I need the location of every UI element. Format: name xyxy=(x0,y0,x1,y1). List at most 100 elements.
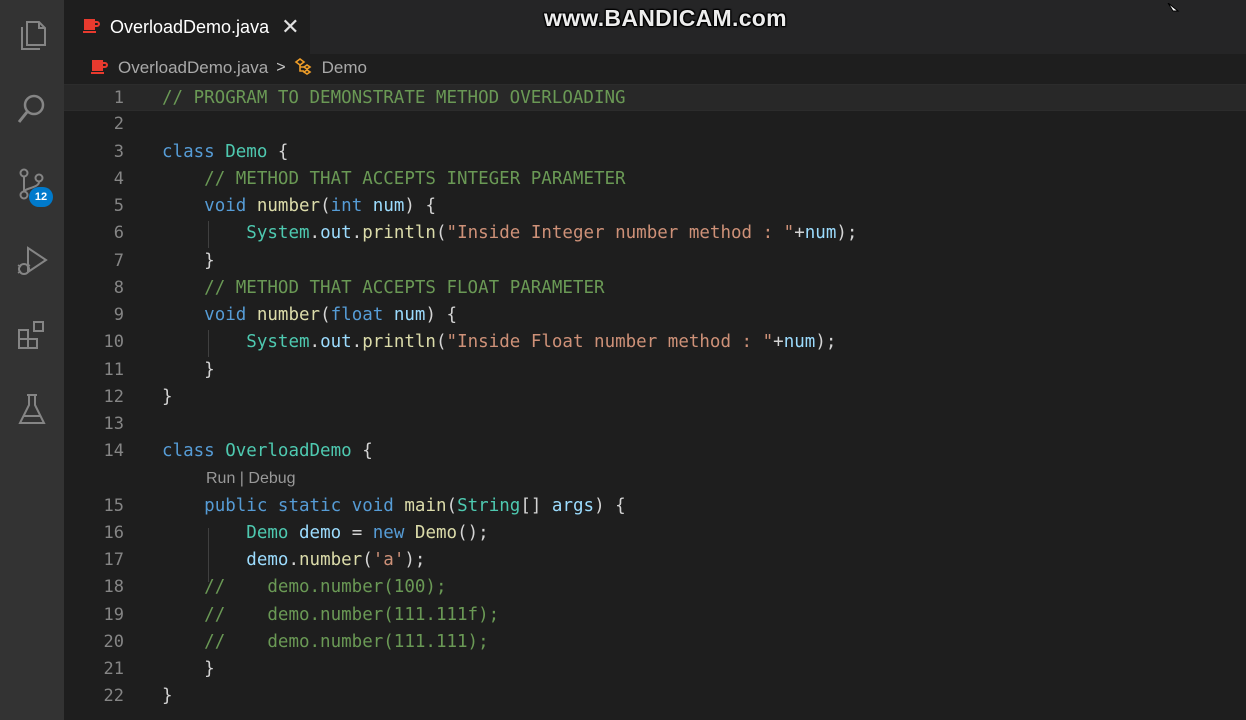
code-line[interactable]: 18 // demo.number(100); xyxy=(64,574,1246,601)
code-token: void xyxy=(204,196,247,216)
code-line[interactable]: 10 System.out.println("Inside Float numb… xyxy=(64,329,1246,356)
code-token: ) { xyxy=(594,495,626,516)
line-number: 17 xyxy=(103,550,124,570)
code-token: ( xyxy=(320,305,331,325)
code-token: = xyxy=(341,522,373,543)
code-token: demo xyxy=(246,550,289,570)
code-token: } xyxy=(162,250,215,271)
line-number: 16 xyxy=(103,522,124,543)
code-line[interactable]: 21 } xyxy=(64,656,1246,683)
code-text: } xyxy=(162,659,215,679)
code-token: int xyxy=(330,196,363,216)
code-token: ) { xyxy=(425,305,458,325)
code-token: ); xyxy=(836,223,858,244)
code-token: [] xyxy=(520,495,552,516)
line-number: 9 xyxy=(113,305,124,325)
line-number: 1 xyxy=(113,88,124,108)
code-token: . xyxy=(309,332,321,353)
line-number: 14 xyxy=(103,441,124,462)
code-text: demo.number('a'); xyxy=(162,550,425,570)
code-line[interactable]: 4 // METHOD THAT ACCEPTS INTEGER PARAMET… xyxy=(64,166,1246,193)
line-number: 19 xyxy=(103,604,124,625)
code-token: // PROGRAM TO DEMONSTRATE METHOD OVERLOA… xyxy=(162,88,626,108)
line-number: 22 xyxy=(103,686,124,707)
code-token: 'a' xyxy=(372,550,405,570)
code-editor[interactable]: 1 // PROGRAM TO DEMONSTRATE METHOD OVERLO… xyxy=(64,82,1246,720)
code-token: main xyxy=(404,495,447,516)
debug-code-lens[interactable]: Debug xyxy=(248,470,295,487)
code-token: String xyxy=(457,495,521,516)
java-file-icon xyxy=(82,16,100,39)
code-line[interactable]: 15 public static void main(String[] args… xyxy=(64,493,1246,520)
code-line[interactable]: 14 class OverloadDemo { xyxy=(64,438,1246,465)
activity-bar: 12 xyxy=(0,0,64,720)
code-token: public xyxy=(204,495,268,516)
code-line[interactable]: 7 } xyxy=(64,248,1246,275)
code-line[interactable]: 20 // demo.number(111.111); xyxy=(64,629,1246,656)
code-line[interactable]: 6 System.out.println("Inside Integer num… xyxy=(64,220,1246,247)
mouse-cursor-icon xyxy=(1166,0,1180,18)
code-line[interactable]: 11 } xyxy=(64,357,1246,384)
code-token: . xyxy=(351,332,363,353)
code-line[interactable]: 16 Demo demo = new Demo(); xyxy=(64,520,1246,547)
tab-bar: OverloadDemo.java ✕ www.BANDICAM.com xyxy=(64,0,1246,54)
extensions-icon[interactable] xyxy=(0,310,64,360)
code-text: class OverloadDemo { xyxy=(162,441,373,461)
code-token: // demo.number(111.111); xyxy=(204,631,489,652)
code-line[interactable]: 12} xyxy=(64,384,1246,411)
line-number: 8 xyxy=(113,277,124,298)
breadcrumb-symbol[interactable]: Demo xyxy=(322,58,367,78)
code-text: // METHOD THAT ACCEPTS FLOAT PARAMETER xyxy=(162,278,604,298)
indent-guide xyxy=(208,528,209,582)
code-token: // demo.number(100); xyxy=(204,577,447,598)
code-line[interactable]: 17 demo.number('a'); xyxy=(64,547,1246,574)
code-token: { xyxy=(267,141,289,162)
code-line[interactable]: 22} xyxy=(64,683,1246,710)
explorer-icon[interactable] xyxy=(0,10,64,60)
code-token: args xyxy=(551,495,595,516)
code-text: public static void main(String[] args) { xyxy=(162,496,626,516)
code-token: number xyxy=(256,305,321,325)
code-token: "Inside Integer number method : " xyxy=(446,223,795,244)
breadcrumb-file[interactable]: OverloadDemo.java xyxy=(118,58,268,78)
code-lens: Run | Debug xyxy=(206,470,296,488)
code-text: // demo.number(111.111f); xyxy=(162,605,499,625)
code-line[interactable]: 1 // PROGRAM TO DEMONSTRATE METHOD OVERLO… xyxy=(64,84,1246,111)
line-number: 4 xyxy=(113,168,124,189)
code-text: } xyxy=(162,387,173,407)
run-code-lens[interactable]: Run xyxy=(206,470,235,487)
code-line[interactable]: 2 xyxy=(64,111,1246,138)
run-debug-icon[interactable] xyxy=(0,235,64,285)
code-line[interactable]: 8 // METHOD THAT ACCEPTS FLOAT PARAMETER xyxy=(64,275,1246,302)
code-line[interactable]: 5 void number(int num) { xyxy=(64,193,1246,220)
code-line[interactable]: 3 class Demo { xyxy=(64,139,1246,166)
testing-icon[interactable] xyxy=(0,384,64,434)
code-text: System.out.println("Inside Integer numbe… xyxy=(162,223,857,243)
editor-tab[interactable]: OverloadDemo.java ✕ xyxy=(64,0,310,54)
code-token: demo xyxy=(299,522,342,543)
code-token: ( xyxy=(435,223,447,244)
code-token: (); xyxy=(457,522,489,543)
code-token: // METHOD THAT ACCEPTS INTEGER PARAMETER xyxy=(204,168,626,189)
java-file-icon xyxy=(90,57,108,80)
close-icon[interactable]: ✕ xyxy=(281,14,299,40)
code-token: } xyxy=(162,386,173,407)
code-token: Demo xyxy=(414,522,458,543)
code-line[interactable]: 19 // demo.number(111.111f); xyxy=(64,602,1246,629)
code-line[interactable]: 9 void number(float num) { xyxy=(64,302,1246,329)
code-token: + xyxy=(773,332,784,353)
code-line[interactable]: 13 xyxy=(64,411,1246,438)
code-text: } xyxy=(162,360,215,380)
search-icon[interactable] xyxy=(0,84,64,134)
code-token: ); xyxy=(404,550,426,570)
code-token: num xyxy=(372,196,405,216)
tab-label: OverloadDemo.java xyxy=(110,16,270,37)
code-text: // METHOD THAT ACCEPTS INTEGER PARAMETER xyxy=(162,168,626,189)
